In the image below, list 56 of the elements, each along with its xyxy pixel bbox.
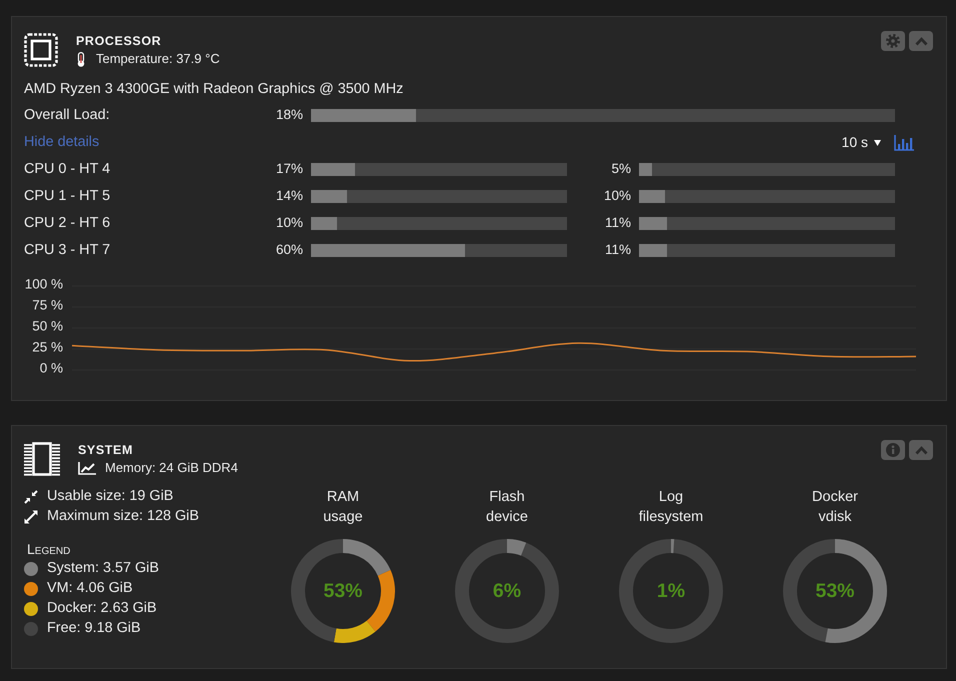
load-percent: 11% <box>604 242 631 258</box>
load-percent: 18% <box>276 107 303 122</box>
cpu-label: CPU 0 - HT 4 <box>24 160 110 177</box>
load-percent: 17% <box>276 161 303 176</box>
gauge-title: RAM usage <box>323 488 363 527</box>
cpu-label: CPU 1 - HT 5 <box>24 188 110 204</box>
legend-label: VM: 4.06 GiB <box>47 579 133 598</box>
chip-icon <box>24 33 58 67</box>
processor-model-text: AMD Ryzen 3 4300GE with Radeon Graphics @ 3500 MHz <box>24 80 404 99</box>
y-axis-label: 100 % <box>24 276 63 292</box>
chevron-up-icon <box>914 36 928 46</box>
maximum-size-text: Maximum size: 128 GiB <box>47 507 199 526</box>
gauge-title: Flash device <box>486 488 528 527</box>
collapse-button[interactable] <box>909 31 933 51</box>
cpu-label: CPU 3 - HT 7 <box>24 242 110 258</box>
legend-label: Docker: 2.63 GiB <box>47 599 157 618</box>
panel-title: SYSTEM <box>78 442 134 458</box>
thermometer-icon <box>76 52 86 66</box>
panel-title: PROCESSOR <box>76 33 162 49</box>
arrows-inward-icon <box>24 490 38 504</box>
usage-percent: 53% <box>815 580 855 602</box>
caret-icon <box>874 140 881 146</box>
load-percent: 10% <box>276 215 303 230</box>
usage-percent: 1% <box>656 580 686 602</box>
usable-size-text: Usable size: 19 GiB <box>47 487 174 506</box>
y-axis-label: 75 % <box>32 298 63 312</box>
load-label: Overall Load: <box>24 106 110 123</box>
load-percent: 60% <box>276 242 303 258</box>
info-button[interactable] <box>881 440 905 460</box>
arrows-outward-icon <box>24 510 38 524</box>
usage-percent: 53% <box>323 580 363 602</box>
memory-chip-icon <box>24 442 60 476</box>
legend-label: System: 3.57 GiB <box>47 559 159 578</box>
cpu-label: CPU 2 - HT 6 <box>24 214 110 231</box>
gear-icon <box>886 34 900 48</box>
collapse-button[interactable] <box>909 440 933 460</box>
load-percent: 11% <box>604 215 631 230</box>
load-percent: 10% <box>604 188 631 204</box>
legend-label: Free: 9.18 GiB <box>47 619 141 638</box>
bar-chart-icon[interactable] <box>894 134 914 150</box>
load-percent: 5% <box>611 161 631 176</box>
settings-button[interactable] <box>881 31 905 51</box>
y-axis-label: 50 % <box>32 318 63 334</box>
y-axis-label: 25 % <box>32 340 63 354</box>
legend-heading: Legend <box>27 541 70 557</box>
chevron-up-icon <box>914 446 928 454</box>
gauge-title: Log filesystem <box>638 488 704 527</box>
temperature-text: Temperature: 37.9 °C <box>96 50 220 68</box>
usage-percent: 6% <box>492 580 522 602</box>
y-axis-label: 0 % <box>40 360 63 376</box>
load-percent: 14% <box>276 188 303 204</box>
gauge-title: Docker vdisk <box>812 488 858 527</box>
memory-text: Memory: 24 GiB DDR4 <box>105 459 238 477</box>
interval-select[interactable]: 10 s <box>842 132 881 153</box>
trend-chart-icon <box>78 462 96 474</box>
info-icon <box>886 443 900 457</box>
